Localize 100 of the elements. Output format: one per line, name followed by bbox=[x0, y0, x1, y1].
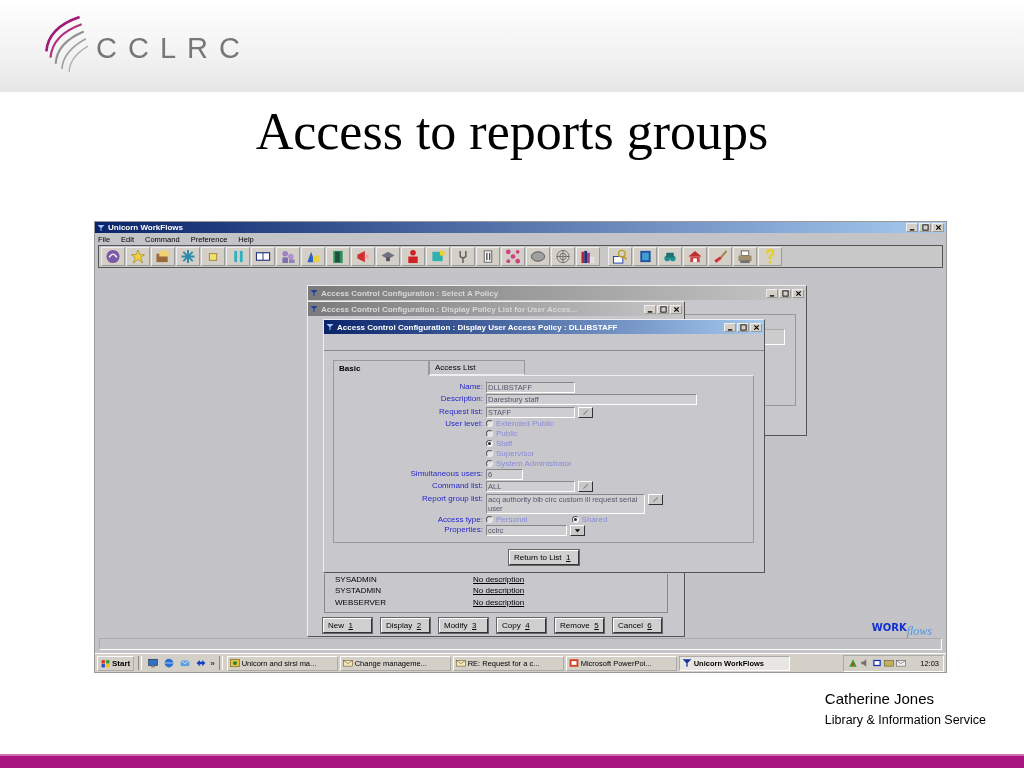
toolbar-button[interactable] bbox=[326, 247, 350, 266]
close-icon bbox=[672, 305, 680, 313]
toolbar-button[interactable] bbox=[733, 247, 757, 266]
maximize-icon bbox=[921, 224, 929, 231]
policy-name[interactable]: SYSTADMIN bbox=[335, 586, 473, 596]
minimize-button[interactable] bbox=[906, 223, 918, 232]
picker-button[interactable] bbox=[578, 481, 593, 493]
dialog-button[interactable]: Cancel 6 bbox=[613, 618, 662, 633]
disc-icon bbox=[105, 249, 121, 264]
author-name: Catherine Jones bbox=[824, 690, 936, 707]
field-label: Properties: bbox=[443, 525, 483, 537]
star-icon bbox=[130, 249, 146, 264]
toolbar-button[interactable] bbox=[608, 247, 632, 266]
door-icon bbox=[330, 249, 346, 264]
radio-button[interactable] bbox=[486, 449, 493, 457]
close-button[interactable] bbox=[932, 223, 944, 232]
start-button[interactable]: Start bbox=[97, 655, 135, 671]
desktop-icon bbox=[148, 658, 159, 668]
field-label: Access type: bbox=[436, 515, 483, 525]
field-label: Name: bbox=[458, 382, 483, 393]
policy-name[interactable]: WEBSERVER bbox=[335, 597, 473, 607]
arrows-icon bbox=[196, 658, 207, 668]
tab[interactable]: Access List bbox=[429, 360, 525, 375]
field-label: Report group list: bbox=[421, 493, 483, 505]
policy-description[interactable]: No description bbox=[473, 574, 525, 584]
books-icon bbox=[580, 249, 596, 264]
figures-icon bbox=[280, 249, 296, 264]
dialog-button[interactable]: Display 2 bbox=[381, 618, 430, 633]
funnel-icon bbox=[97, 223, 105, 232]
toolbar-button[interactable] bbox=[251, 247, 275, 266]
minimize-button[interactable] bbox=[724, 322, 736, 332]
envelope-icon bbox=[455, 658, 466, 668]
maximize-button[interactable] bbox=[779, 288, 791, 298]
picker-button[interactable] bbox=[578, 406, 593, 418]
policy-description[interactable]: No description bbox=[473, 597, 525, 607]
logo-text: CCLRC bbox=[96, 31, 251, 65]
magnifier-icon bbox=[612, 249, 628, 264]
close-button[interactable] bbox=[670, 304, 682, 314]
funnel-icon bbox=[326, 323, 334, 331]
toolbar-button[interactable] bbox=[301, 247, 325, 266]
close-button[interactable] bbox=[792, 288, 804, 298]
maximize-button[interactable] bbox=[919, 223, 931, 232]
asterisk-icon bbox=[180, 249, 196, 264]
maximize-button[interactable] bbox=[657, 304, 669, 314]
caret-icon bbox=[574, 527, 581, 535]
dialog-button[interactable]: Remove 5 bbox=[555, 618, 604, 633]
pencil-icon bbox=[582, 408, 589, 416]
minimize-button[interactable] bbox=[766, 288, 778, 298]
field-label: Simultaneous users: bbox=[409, 469, 483, 481]
toolbar-button[interactable] bbox=[376, 247, 400, 266]
quick-launch-button[interactable] bbox=[146, 656, 161, 670]
radio-button[interactable] bbox=[486, 459, 493, 467]
policy-description[interactable]: No description bbox=[473, 586, 525, 596]
envelope-icon bbox=[342, 658, 353, 668]
dialog-title: Access Control Configuration : Display User Access Policy : DLLIBSTAFF bbox=[337, 322, 619, 332]
picker-button[interactable] bbox=[648, 493, 663, 505]
dialog-button[interactable]: Copy 4 bbox=[497, 618, 546, 633]
dialog-button[interactable]: New 1 bbox=[323, 618, 372, 633]
radio-button[interactable] bbox=[486, 516, 493, 524]
maximize-icon bbox=[739, 323, 747, 331]
funnel-icon bbox=[681, 658, 692, 668]
tab[interactable]: Basic bbox=[333, 360, 429, 376]
radio-button[interactable] bbox=[486, 439, 493, 447]
figure-icon bbox=[405, 249, 421, 264]
toolbar-button[interactable] bbox=[476, 247, 500, 266]
dialog-button[interactable]: Return to List 1 bbox=[509, 550, 579, 565]
close-button[interactable] bbox=[750, 322, 762, 332]
envelope-icon bbox=[896, 658, 907, 668]
box-icon bbox=[155, 249, 171, 264]
window-title: Unicorn WorkFlows bbox=[108, 223, 184, 232]
field-label: Description: bbox=[439, 394, 483, 406]
department-name: Library & Information Service bbox=[824, 713, 986, 727]
brush-icon bbox=[712, 249, 728, 264]
dropdown-button[interactable] bbox=[570, 525, 585, 537]
slide-title: Access to reports groups bbox=[254, 102, 770, 162]
toolbar-button[interactable] bbox=[451, 247, 475, 266]
toolbar-button[interactable] bbox=[633, 247, 657, 266]
field-label: Request list: bbox=[437, 406, 483, 418]
book-icon bbox=[255, 249, 271, 264]
cap-icon bbox=[380, 249, 396, 264]
toolbar-button[interactable] bbox=[658, 247, 682, 266]
maximize-button[interactable] bbox=[737, 322, 749, 332]
close-icon bbox=[934, 224, 942, 231]
toolbar-button[interactable] bbox=[683, 247, 707, 266]
dialog-title: Access Control Configuration : Select A Policy bbox=[321, 288, 500, 298]
field-label: User level: bbox=[444, 418, 483, 430]
toolbar-button[interactable] bbox=[576, 247, 600, 266]
house-icon bbox=[687, 249, 703, 264]
radio-button[interactable] bbox=[571, 516, 579, 524]
nodes-icon bbox=[505, 249, 521, 264]
radio-button[interactable] bbox=[486, 429, 493, 437]
close-icon bbox=[794, 289, 802, 297]
policy-name[interactable]: SYSADMIN bbox=[335, 574, 473, 584]
minimize-button[interactable] bbox=[644, 304, 656, 314]
radio-button[interactable] bbox=[486, 419, 493, 427]
maximize-icon bbox=[659, 305, 667, 313]
mail-icon bbox=[180, 658, 191, 668]
dialog-button[interactable]: Modify 3 bbox=[439, 618, 488, 633]
overflow-button[interactable]: » bbox=[210, 658, 215, 668]
monitor-icon bbox=[872, 658, 883, 668]
